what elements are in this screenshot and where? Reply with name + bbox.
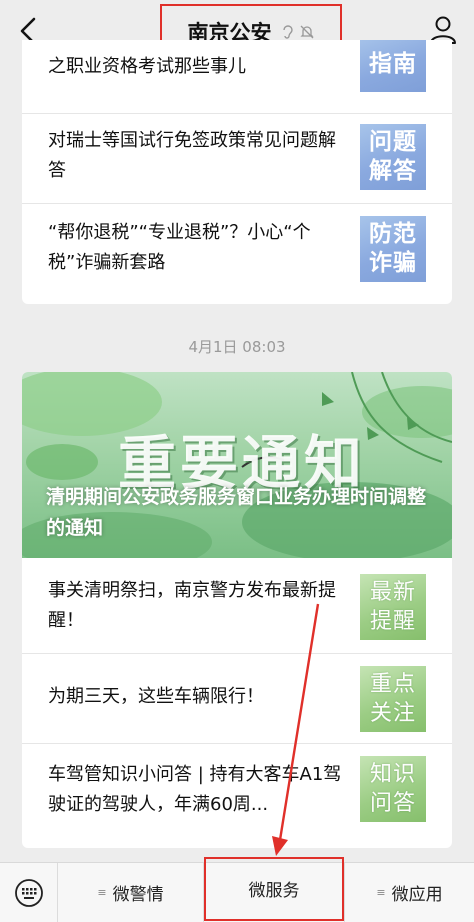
article-item[interactable]: 对瑞士等国试行免签政策常见问题解答 问题 解答 [22,114,452,204]
bell-muted-icon [299,25,314,39]
article-item[interactable]: 事关清明祭扫，南京警方发布最新提醒！ 最新 提醒 [22,558,452,654]
article-thumbnail: 指南 [360,40,426,92]
status-icons [280,24,315,40]
headline-banner[interactable]: 重要通知 清明期间公安政务服务窗口业务办理时间调整的通知 [22,372,452,558]
article-group-card: 重要通知 清明期间公安政务服务窗口业务办理时间调整的通知 事关清明祭扫，南京警方… [22,372,452,848]
menu-weijingqing[interactable]: ≡ 微警情 [58,862,204,922]
article-thumbnail: 最新 提醒 [360,574,426,640]
article-thumbnail: 重点 关注 [360,666,426,732]
article-thumbnail: 防范 诈骗 [360,216,426,282]
article-item[interactable]: 为期三天，这些车辆限行！ 重点 关注 [22,654,452,744]
menu-label: 微应用 [391,885,443,905]
menu-lines-icon: ≡ [376,886,386,899]
menu-weifuwu[interactable]: 微服务 [204,856,344,921]
message-timestamp: 4月1日 08:03 [188,338,286,356]
article-thumbnail: 知识 问答 [360,756,426,822]
menu-label: 微警情 [112,885,164,905]
article-title: 之职业资格考试那些事儿 [48,56,246,77]
banner-caption: 清明期间公安政务服务窗口业务办理时间调整的通知 [46,486,427,539]
article-thumbnail: 问题 解答 [360,124,426,190]
article-group-card: 之职业资格考试那些事儿 指南 对瑞士等国试行免签政策常见问题解答 问题 解答 “… [22,40,452,304]
keyboard-icon [14,878,43,907]
article-item[interactable]: “帮你退税”“专业退税”？小心“个税”诈骗新套路 防范 诈骗 [22,204,452,304]
menu-label: 微服务 [248,881,300,901]
article-item[interactable]: 之职业资格考试那些事儿 指南 [22,40,452,114]
article-title: 对瑞士等国试行免签政策常见问题解答 [48,130,336,181]
keyboard-toggle-button[interactable] [0,862,58,922]
menu-lines-icon: ≡ [97,886,107,899]
bottom-menu-bar: ≡ 微警情 微服务 ≡ 微应用 [0,856,474,922]
article-title: “帮你退税”“专业退税”？小心“个税”诈骗新套路 [48,222,311,273]
menu-weiyingyong[interactable]: ≡ 微应用 [344,862,474,922]
annotation-arrow [272,603,320,856]
ear-icon [282,25,293,39]
article-item[interactable]: 车驾管知识小问答 | 持有大客车A1驾驶证的驾驶人，年满60周... 知识 问答 [22,744,452,848]
